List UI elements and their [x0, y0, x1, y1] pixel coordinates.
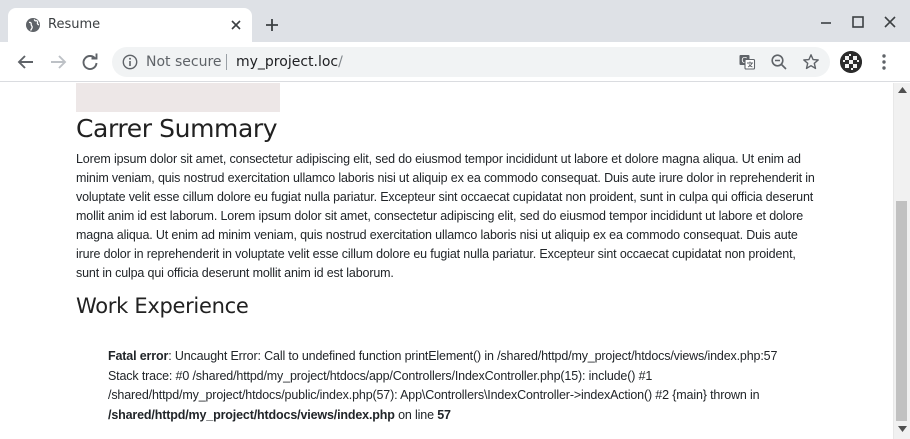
close-icon[interactable] [230, 19, 242, 31]
zoom-out-icon[interactable] [770, 53, 788, 71]
scroll-up-arrow-icon[interactable] [898, 87, 907, 93]
error-file: /shared/httpd/my_project/htdocs/views/in… [108, 407, 395, 422]
career-summary-heading: Carrer Summary [76, 114, 278, 143]
globe-icon [26, 18, 40, 32]
browser-toolbar: Not secure my_project.loc/ G [0, 42, 910, 82]
scroll-down-arrow-icon[interactable] [898, 426, 907, 432]
url-host: my_project.loc [236, 54, 339, 70]
profile-image-placeholder [76, 83, 280, 112]
scroll-thumb[interactable] [896, 201, 907, 421]
tab-strip: Resume [0, 0, 910, 42]
translate-icon[interactable]: G [738, 53, 756, 71]
star-icon[interactable] [802, 53, 820, 71]
address-separator [226, 54, 227, 70]
window-close-icon[interactable] [880, 12, 900, 32]
stack-trace-line-2: /shared/httpd/my_project/htdocs/public/i… [108, 388, 760, 402]
tab-title: Resume [48, 17, 101, 32]
arrow-right-icon[interactable] [47, 51, 69, 73]
stack-trace-line-1: Stack trace: #0 /shared/httpd/my_project… [108, 368, 653, 383]
arrow-left-icon[interactable] [15, 51, 37, 73]
more-vert-icon[interactable] [876, 51, 892, 73]
profile-avatar[interactable] [840, 51, 862, 73]
avatar-image-icon [840, 51, 862, 73]
php-fatal-error: Fatal error: Uncaught Error: Call to und… [108, 347, 828, 425]
error-label: Fatal error [108, 349, 169, 363]
tab-resume[interactable]: Resume [8, 8, 252, 42]
page-scrollbar[interactable] [893, 83, 910, 439]
reload-icon[interactable] [79, 51, 101, 73]
new-tab-plus-icon[interactable] [264, 17, 280, 33]
address-bar[interactable]: Not secure my_project.loc/ G [112, 47, 830, 77]
security-label[interactable]: Not secure [146, 54, 222, 70]
work-experience-heading: Work Experience [76, 294, 249, 318]
career-summary-text: Lorem ipsum dolor sit amet, consectetur … [76, 152, 815, 280]
page-viewport: Carrer Summary Lorem ipsum dolor sit ame… [0, 83, 893, 439]
maximize-icon[interactable] [848, 12, 868, 32]
url-path: / [338, 54, 343, 70]
minimize-icon[interactable] [816, 12, 836, 32]
url-text[interactable]: my_project.loc/ [236, 54, 343, 70]
on-line-text: on line [394, 407, 438, 422]
error-line-number: 57 [437, 407, 451, 422]
error-message: : Uncaught Error: Call to undefined func… [168, 349, 778, 363]
info-icon[interactable] [122, 54, 138, 70]
